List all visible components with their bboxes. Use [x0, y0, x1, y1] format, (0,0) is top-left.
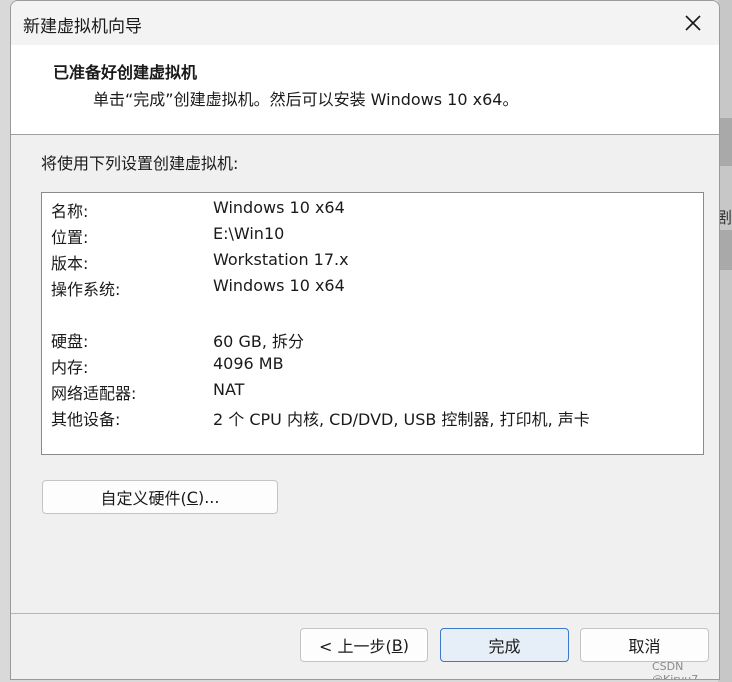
back-button[interactable]: < 上一步(B): [300, 628, 428, 662]
summary-value: 2 个 CPU 内核, CD/DVD, USB 控制器, 打印机, 声卡: [213, 410, 590, 429]
background-window: [718, 0, 732, 682]
summary-row-os: 操作系统: Windows 10 x64: [51, 276, 691, 300]
cancel-button[interactable]: 取消: [580, 628, 709, 662]
window-title: 新建虚拟机向导: [23, 17, 142, 37]
wizard-header: 已准备好创建虚拟机 单击“完成”创建虚拟机。然后可以安装 Windows 10 …: [11, 45, 719, 135]
summary-label: 操作系统:: [51, 280, 121, 299]
finish-button[interactable]: 完成: [440, 628, 569, 662]
summary-label: 内存:: [51, 358, 89, 377]
settings-summary: 名称: Windows 10 x64 位置: E:\Win10 版本: Work…: [41, 192, 704, 455]
background-element: [720, 118, 732, 166]
summary-label: 位置:: [51, 228, 89, 247]
intro-text: 将使用下列设置创建虚拟机:: [41, 154, 239, 173]
accelerator-key: B: [391, 635, 403, 655]
summary-value: NAT: [213, 380, 245, 399]
summary-label: 其他设备:: [51, 410, 121, 429]
page-subtitle: 单击“完成”创建虚拟机。然后可以安装 Windows 10 x64。: [93, 90, 519, 109]
button-label: < 上一步(: [319, 637, 392, 656]
button-label: ): [402, 635, 409, 655]
summary-value: 4096 MB: [213, 354, 284, 373]
summary-label: 版本:: [51, 254, 89, 273]
close-button[interactable]: [677, 7, 709, 39]
summary-label: 网络适配器:: [51, 384, 137, 403]
close-icon: [685, 15, 701, 31]
summary-row-location: 位置: E:\Win10: [51, 224, 691, 248]
button-label: 自定义硬件(: [100, 489, 187, 508]
footer-divider: [11, 613, 719, 614]
background-element: [720, 230, 732, 270]
summary-value: E:\Win10: [213, 224, 285, 243]
summary-value: 60 GB, 拆分: [213, 332, 304, 351]
new-vm-wizard-dialog: 新建虚拟机向导 已准备好创建虚拟机 单击“完成”创建虚拟机。然后可以安装 Win…: [10, 0, 720, 680]
page-title: 已准备好创建虚拟机: [53, 63, 198, 82]
summary-label: 硬盘:: [51, 332, 89, 351]
watermark: CSDN @Kiryu7: [652, 660, 699, 680]
summary-label: 名称:: [51, 202, 89, 221]
accelerator-key: C: [186, 487, 198, 507]
summary-row-disk: 硬盘: 60 GB, 拆分: [51, 328, 691, 352]
title-bar[interactable]: 新建虚拟机向导: [11, 1, 719, 45]
summary-value: Windows 10 x64: [213, 198, 345, 217]
summary-row-network: 网络适配器: NAT: [51, 380, 691, 404]
summary-row-version: 版本: Workstation 17.x: [51, 250, 691, 274]
summary-value: Windows 10 x64: [213, 276, 345, 295]
summary-row-name: 名称: Windows 10 x64: [51, 198, 691, 222]
summary-row-other-devices: 其他设备: 2 个 CPU 内核, CD/DVD, USB 控制器, 打印机, …: [51, 406, 691, 430]
summary-value: Workstation 17.x: [213, 250, 349, 269]
button-label: )...: [197, 487, 220, 507]
customize-hardware-button[interactable]: 自定义硬件(C)...: [42, 480, 278, 514]
summary-row-memory: 内存: 4096 MB: [51, 354, 691, 378]
